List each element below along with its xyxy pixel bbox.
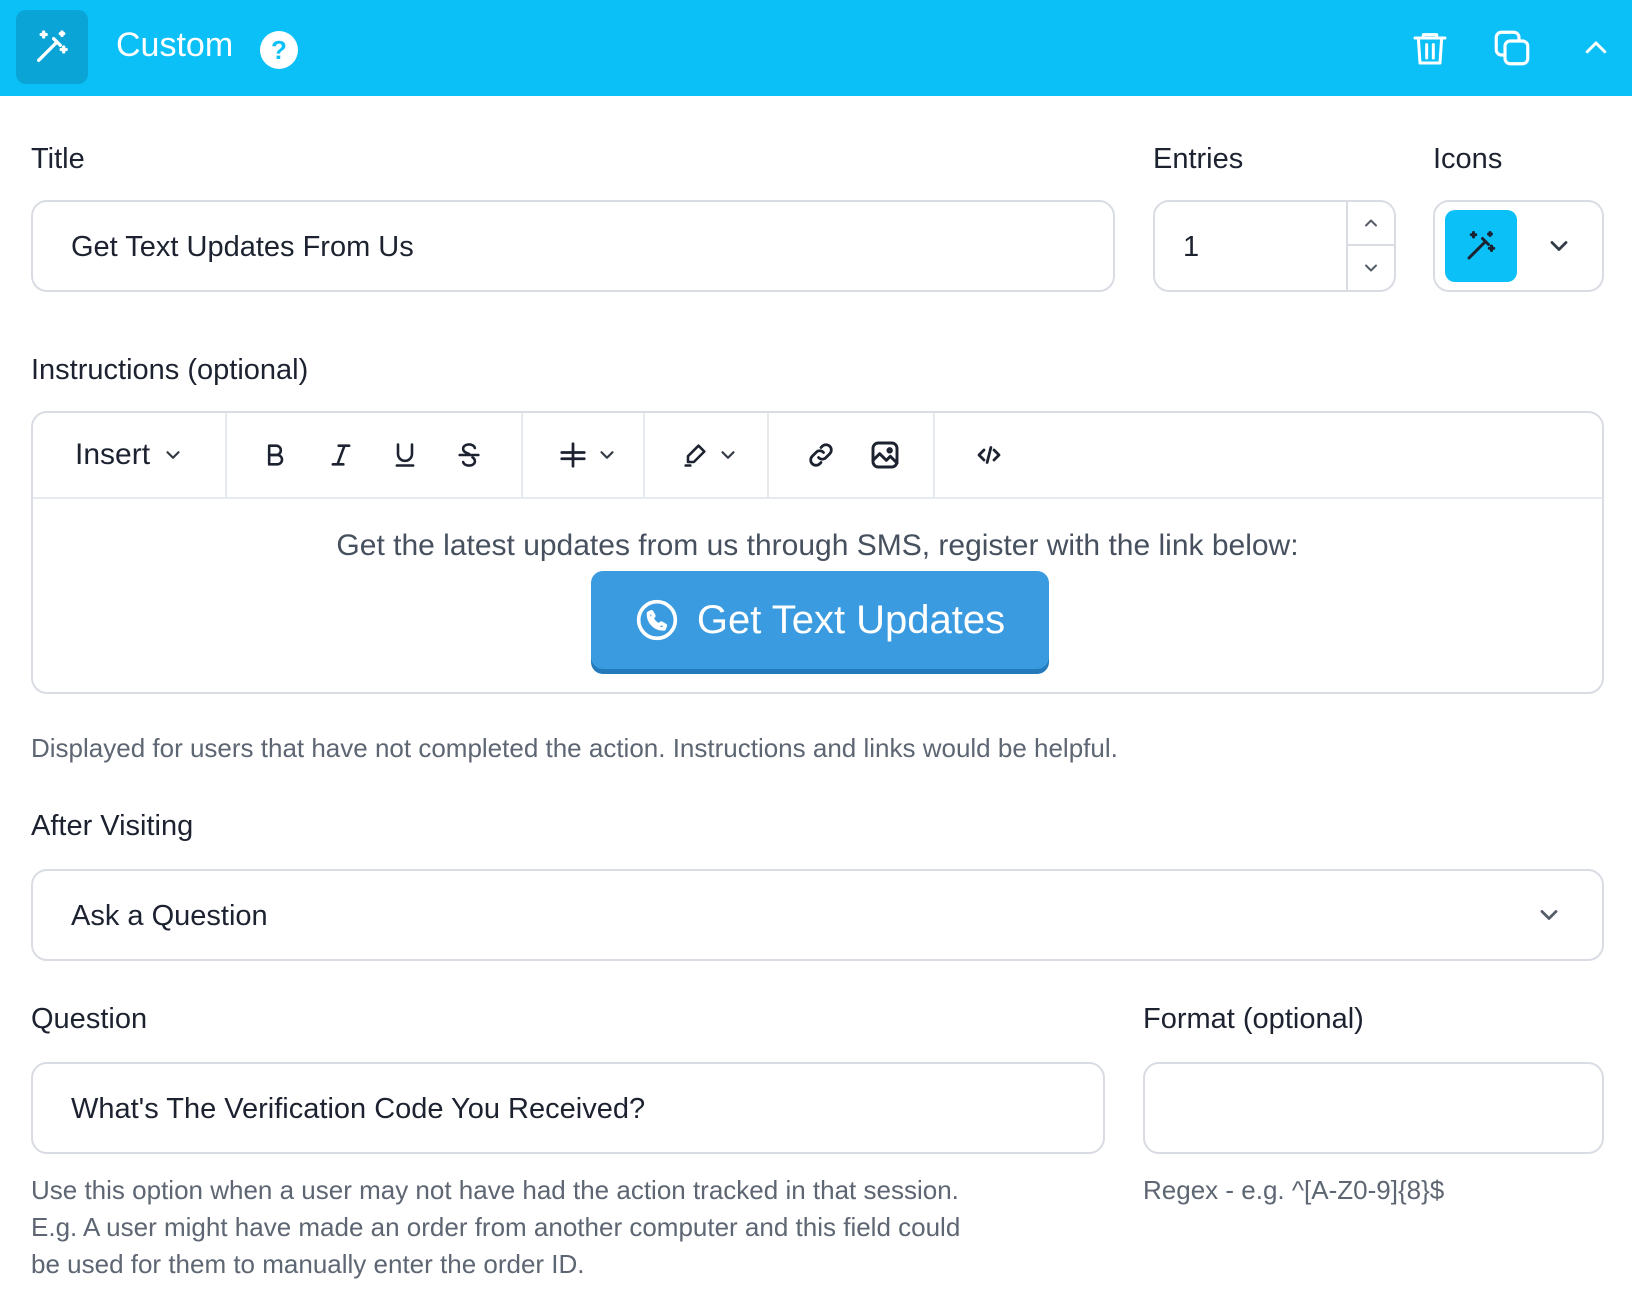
toolbar-divider xyxy=(643,413,645,497)
entries-label: Entries xyxy=(1153,143,1244,175)
editor-body-text: Get the latest updates from us through S… xyxy=(336,529,1299,562)
image-icon[interactable] xyxy=(863,433,907,477)
question-help: Use this option when a user may not have… xyxy=(31,1172,960,1283)
icon-picker[interactable] xyxy=(1433,200,1604,292)
icons-label: Icons xyxy=(1433,143,1503,175)
question-help-line: E.g. A user might have made an order fro… xyxy=(31,1212,961,1242)
editor-toolbar: Insert xyxy=(33,413,1602,499)
help-icon[interactable]: ? xyxy=(260,31,298,69)
selected-magic-wand-icon xyxy=(1445,210,1517,282)
chevron-down-icon xyxy=(1535,901,1563,934)
phone-icon xyxy=(636,599,677,641)
link-icon[interactable] xyxy=(799,433,843,477)
entries-input[interactable]: 1 xyxy=(1153,200,1396,292)
format-help: Regex - e.g. ^[A-Z0-9]{8}$ xyxy=(1143,1175,1445,1205)
italic-icon[interactable] xyxy=(319,433,363,477)
entries-value: 1 xyxy=(1183,231,1200,263)
insert-dropdown[interactable]: Insert xyxy=(75,433,184,477)
magic-wand-icon xyxy=(16,10,88,84)
action-title: Custom xyxy=(116,26,234,64)
question-help-line: Use this option when a user may not have… xyxy=(31,1175,959,1205)
title-label: Title xyxy=(31,143,85,175)
highlight-dropdown[interactable] xyxy=(669,433,751,477)
chevron-down-icon xyxy=(166,451,180,459)
stepper-down-icon[interactable] xyxy=(1348,246,1394,290)
cta-label: Get Text Updates xyxy=(696,597,1006,642)
title-input[interactable]: Get Text Updates From Us xyxy=(31,200,1115,292)
instructions-editor[interactable]: Insert Get the latest updates from us th… xyxy=(31,411,1604,694)
after-visiting-label: After Visiting xyxy=(31,810,194,842)
chevron-down-icon[interactable] xyxy=(1545,232,1573,265)
title-value: Get Text Updates From Us xyxy=(71,231,414,263)
stepper-up-icon[interactable] xyxy=(1348,202,1394,246)
strikethrough-icon[interactable] xyxy=(447,433,491,477)
entries-stepper[interactable] xyxy=(1346,202,1394,290)
toolbar-divider xyxy=(225,413,227,497)
question-label: Question xyxy=(31,1003,148,1035)
align-icon xyxy=(560,442,586,468)
trash-icon[interactable] xyxy=(1408,26,1452,70)
align-dropdown[interactable] xyxy=(547,433,629,477)
after-visiting-select[interactable]: Ask a Question xyxy=(31,869,1604,961)
question-help-line: be used for them to manually enter the o… xyxy=(31,1249,585,1279)
copy-icon[interactable] xyxy=(1490,26,1534,70)
get-text-updates-button[interactable]: Get Text Updates xyxy=(591,571,1049,669)
format-input[interactable] xyxy=(1143,1062,1604,1154)
code-icon[interactable] xyxy=(967,433,1011,477)
highlighter-icon xyxy=(684,444,706,467)
chevron-up-icon[interactable] xyxy=(1574,26,1618,70)
question-value: What's The Verification Code You Receive… xyxy=(71,1093,646,1125)
action-header: Custom ? xyxy=(0,0,1632,96)
chevron-down-icon xyxy=(600,451,614,459)
underline-icon[interactable] xyxy=(383,433,427,477)
instructions-help: Displayed for users that have not comple… xyxy=(31,733,1118,763)
format-label: Format (optional) xyxy=(1143,1003,1364,1035)
toolbar-divider xyxy=(521,413,523,497)
question-input[interactable]: What's The Verification Code You Receive… xyxy=(31,1062,1105,1154)
chevron-down-icon xyxy=(721,451,735,459)
bold-icon[interactable] xyxy=(253,433,297,477)
toolbar-divider xyxy=(767,413,769,497)
instructions-label: Instructions (optional) xyxy=(31,354,309,386)
after-visiting-value: Ask a Question xyxy=(71,900,268,932)
toolbar-divider xyxy=(933,413,935,497)
insert-label: Insert xyxy=(75,438,151,471)
